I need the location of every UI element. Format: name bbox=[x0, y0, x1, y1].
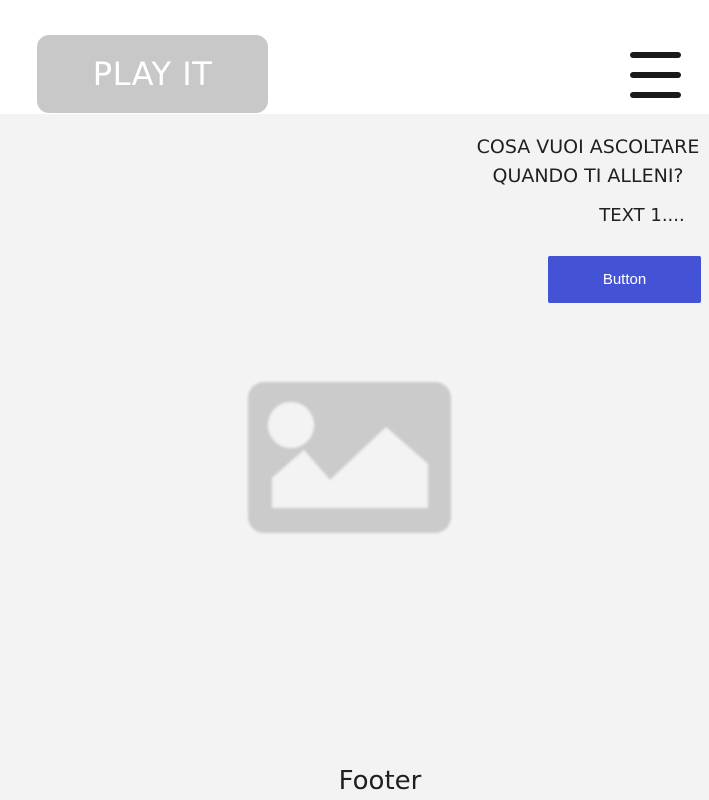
page: PLAY IT COSA VUOI ASCOLTARE QUANDO TI AL… bbox=[0, 0, 709, 800]
headline-line-2: QUANDO TI ALLENI? bbox=[492, 165, 684, 187]
subtext: TEXT 1.... bbox=[599, 205, 685, 226]
headline: COSA VUOI ASCOLTARE QUANDO TI ALLENI? bbox=[460, 133, 709, 191]
menu-bar-middle bbox=[630, 72, 681, 78]
header: PLAY IT bbox=[0, 0, 709, 114]
cta-button[interactable]: Button bbox=[548, 256, 701, 303]
menu-bar-top bbox=[630, 52, 681, 58]
main-content: COSA VUOI ASCOLTARE QUANDO TI ALLENI? TE… bbox=[0, 114, 709, 800]
menu-bar-bottom bbox=[630, 92, 681, 98]
image-placeholder-icon bbox=[246, 380, 453, 535]
logo[interactable]: PLAY IT bbox=[37, 35, 268, 113]
hamburger-menu-icon[interactable] bbox=[630, 52, 681, 98]
headline-line-1: COSA VUOI ASCOLTARE bbox=[476, 136, 700, 158]
footer: Footer bbox=[338, 766, 422, 796]
